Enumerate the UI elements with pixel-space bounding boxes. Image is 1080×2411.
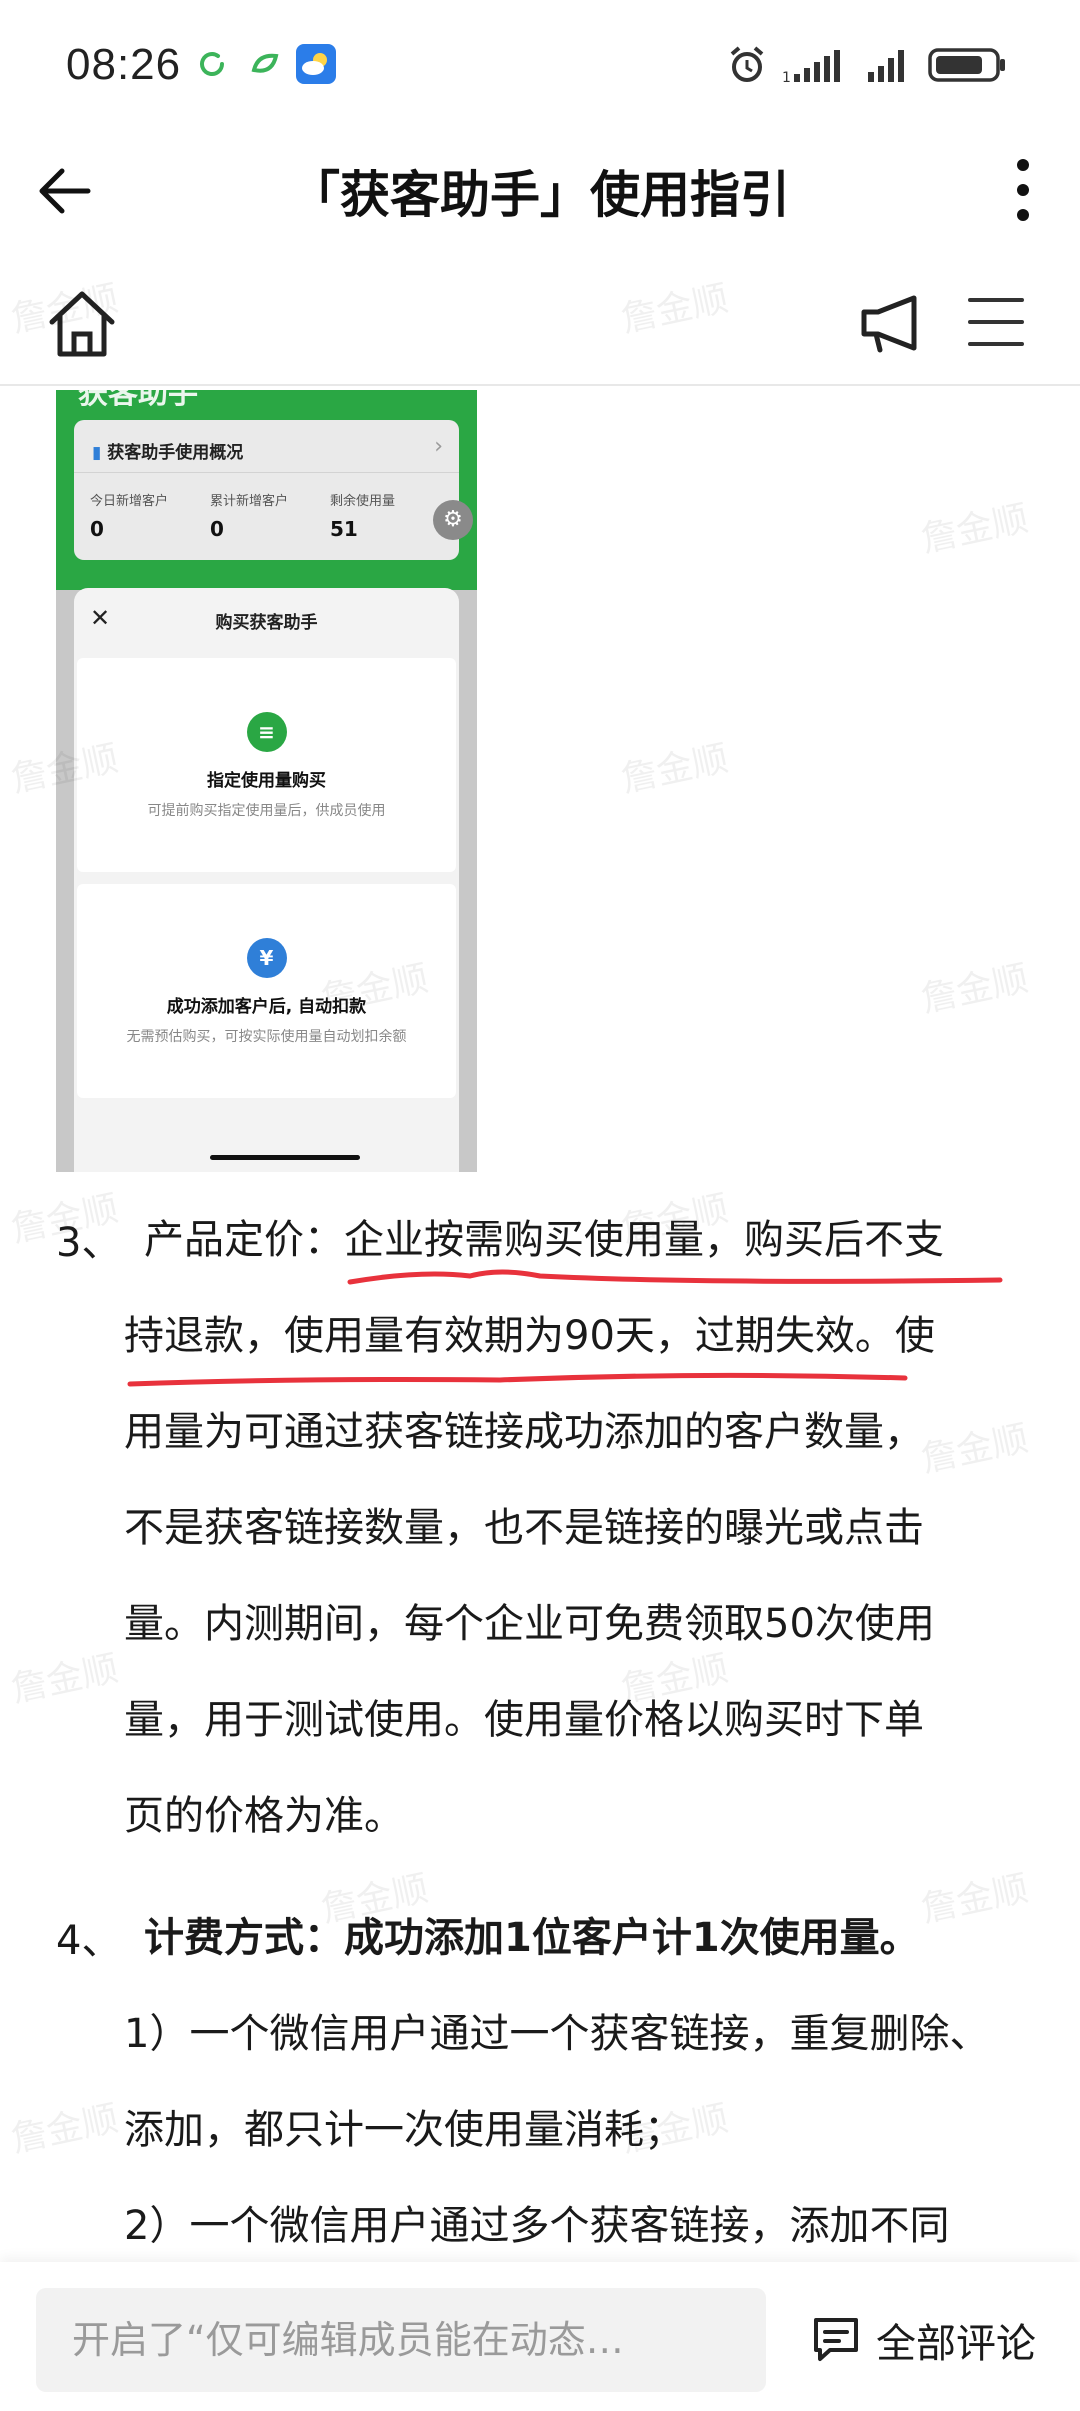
sync-icon <box>200 52 224 76</box>
stat-label: 今日新增客户 <box>90 494 169 509</box>
status-bar: 08:26 1 <box>0 0 1080 135</box>
purchase-sheet: ✕ 购买获客助手 ≡ 指定使用量购买 可提前购买指定使用量后，供成员使用 ¥ 成… <box>74 588 459 1172</box>
divider <box>74 472 459 473</box>
watermark: 詹金顺 <box>917 1868 1032 1931</box>
bar-chart-icon: ▮ <box>92 443 102 463</box>
option-fixed-quantity: ≡ 指定使用量购买 可提前购买指定使用量后，供成员使用 <box>77 658 456 872</box>
article-line: 量。内测期间，每个企业可免费领取50次使用 <box>124 1601 935 1647</box>
article-line: 量，用于测试使用。使用量价格以购买时下单 <box>124 1697 924 1743</box>
article-line: 页的价格为准。 <box>124 1793 404 1839</box>
stat-today-new: 今日新增客户 0 <box>90 490 168 541</box>
doc-toolbar <box>0 260 1080 386</box>
article-line: 用量为可通过获客链接成功添加的客户数量， <box>124 1409 924 1455</box>
stack-icon: ≡ <box>246 712 287 752</box>
article-line: 添加，都只计一次使用量消耗； <box>124 2107 684 2153</box>
stat-value: 51 <box>330 517 358 541</box>
comment-input[interactable]: 开启了“仅可编辑成员能在动态… <box>36 2288 766 2392</box>
item-number: 3、 <box>56 1220 122 1266</box>
article-line: 持退款，使用量有效期为90天，过期失效。使 <box>124 1313 935 1359</box>
battery-icon <box>928 48 1005 82</box>
stat-label: 累计新增客户 <box>210 494 289 509</box>
announcement-icon[interactable] <box>856 290 926 356</box>
option-desc: 无需预估购买，可按实际使用量自动划扣余额 <box>126 1029 407 1045</box>
stat-total-new: 累计新增客户 0 <box>210 490 288 541</box>
bottom-bar: 开启了“仅可编辑成员能在动态… 全部评论 <box>0 2262 1080 2411</box>
coin-icon: ¥ <box>246 938 287 978</box>
article-heading: 计费方式：成功添加1位客户计1次使用量。 <box>144 1915 920 1961</box>
comment-icon <box>814 2318 858 2361</box>
chevron-right-icon: › <box>434 434 443 459</box>
embedded-header-title: 获客助手 <box>78 390 198 411</box>
menu-icon[interactable] <box>964 292 1028 352</box>
status-time: 08:26 <box>66 40 182 89</box>
watermark: 詹金顺 <box>7 2098 122 2161</box>
home-indicator <box>210 1155 360 1160</box>
option-title: 指定使用量购买 <box>207 771 326 791</box>
page-title: 「获客助手」使用指引 <box>290 166 790 224</box>
article-line: 2）一个微信用户通过多个获客链接，添加不同 <box>124 2203 950 2249</box>
stat-value: 0 <box>210 517 224 541</box>
settings-gear-icon: ⚙ <box>433 500 473 540</box>
weather-app-icon <box>296 44 336 84</box>
svg-text:1: 1 <box>782 70 791 86</box>
watermark: 詹金顺 <box>917 498 1032 561</box>
item-number: 4、 <box>56 1918 122 1964</box>
watermark: 詹金顺 <box>917 1418 1032 1481</box>
app-leaf-icon <box>251 53 279 73</box>
title-bar: 「获客助手」使用指引 <box>0 135 1080 245</box>
signal-1-icon: 1 <box>782 50 840 86</box>
option-desc: 可提前购买指定使用量后，供成员使用 <box>147 803 386 819</box>
stat-remaining: 剩余使用量 51 <box>330 490 395 541</box>
embedded-screenshot: 获客助手 ▮ 获客助手使用概况 › 今日新增客户 0 累计新增客户 0 剩余使用… <box>56 390 477 1172</box>
stat-label: 剩余使用量 <box>330 494 396 509</box>
article-line: 产品定价：企业按需购买使用量，购买后不支 <box>144 1217 944 1263</box>
article-line: 不是获客链接数量，也不是链接的曝光或点击 <box>124 1505 924 1551</box>
signal-2-icon <box>868 50 904 82</box>
usage-overview-title: 获客助手使用概况 <box>107 443 244 463</box>
article-line: 1）一个微信用户通过一个获客链接，重复删除、 <box>124 2011 990 2057</box>
more-options-icon[interactable] <box>998 155 1048 225</box>
watermark: 詹金顺 <box>7 1648 122 1711</box>
all-comments-button[interactable]: 全部评论 <box>810 2288 1036 2392</box>
watermark: 詹金顺 <box>917 958 1032 1021</box>
usage-overview-card: ▮ 获客助手使用概况 › 今日新增客户 0 累计新增客户 0 剩余使用量 51 <box>74 420 459 560</box>
all-comments-label: 全部评论 <box>876 2321 1036 2367</box>
alarm-icon <box>730 46 764 82</box>
stat-value: 0 <box>90 517 104 541</box>
watermark: 詹金顺 <box>617 738 732 801</box>
sheet-title: 购买获客助手 <box>215 613 318 633</box>
